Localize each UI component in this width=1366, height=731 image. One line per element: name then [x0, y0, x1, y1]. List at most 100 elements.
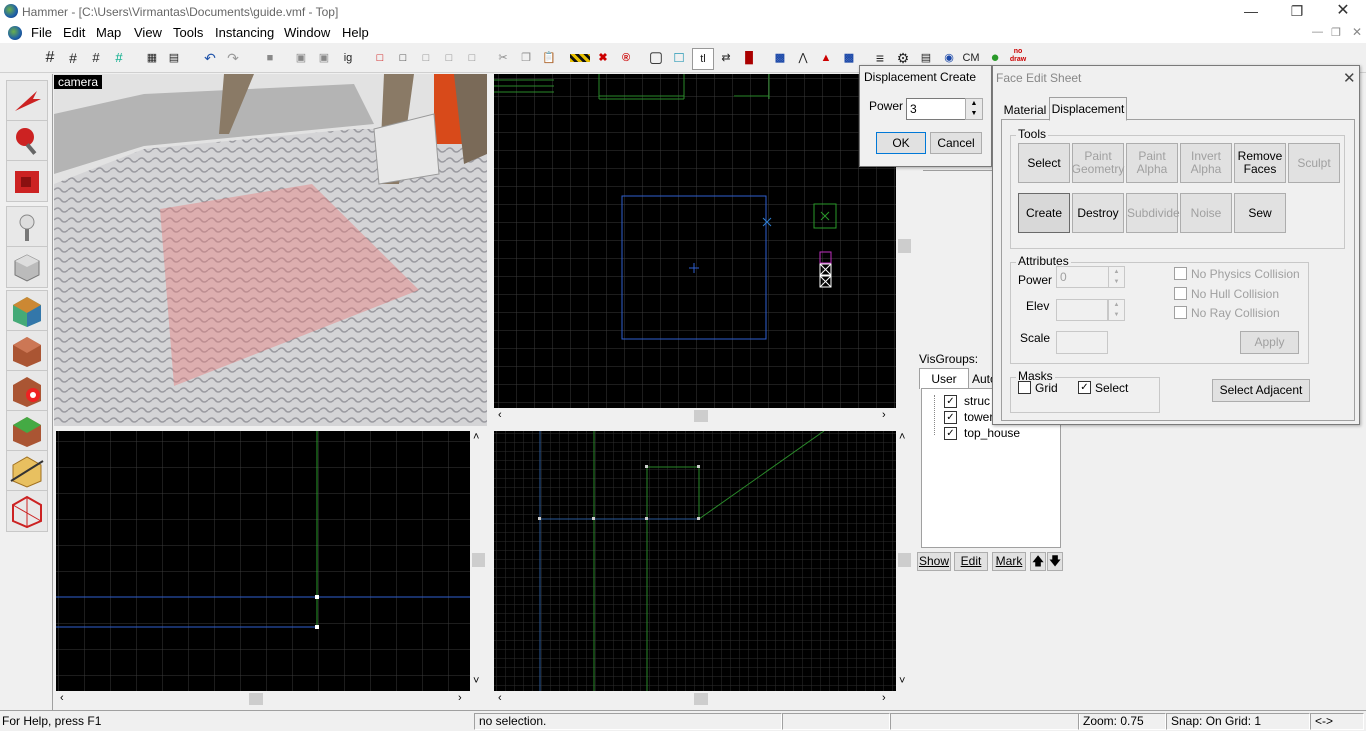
restore-icon[interactable]: ❐ — [1274, 0, 1320, 23]
side-view-vscroll[interactable]: ˄ ˅ — [896, 431, 913, 691]
attr-apply-button[interactable]: Apply — [1240, 331, 1299, 354]
visgroups-show-button[interactable]: Show — [917, 552, 951, 571]
mask-grid-checkbox[interactable] — [1018, 381, 1031, 394]
attr-power-input[interactable]: 0 — [1056, 266, 1109, 288]
ungroup-icon[interactable]: ▤ — [164, 48, 184, 68]
tool-noise-button[interactable]: Noise — [1180, 193, 1232, 233]
face-edit-tab-displacement[interactable]: Displacement — [1049, 97, 1127, 121]
mask-select-checkbox[interactable]: ✓ — [1078, 381, 1091, 394]
apply-current-texture-icon[interactable] — [6, 330, 48, 372]
menu-view[interactable]: View — [134, 25, 162, 40]
visgroups-move-down-icon[interactable]: 🡇 — [1047, 552, 1063, 571]
front-view-hscroll[interactable]: ‹ › — [56, 691, 470, 708]
camera-tool-icon[interactable] — [6, 160, 48, 202]
cut-icon[interactable]: ✂ — [493, 48, 513, 68]
tool-subdivide-button[interactable]: Subdivide — [1126, 193, 1180, 233]
front-view-vscroll[interactable]: ˄ ˅ — [470, 431, 487, 691]
tool-paint-alpha-button[interactable]: Paint Alpha — [1126, 143, 1178, 183]
toggle-models-icon[interactable]: ✖ — [593, 48, 613, 68]
no-physics-collision-checkbox[interactable] — [1174, 267, 1187, 280]
grid-3d-icon[interactable]: # — [63, 48, 83, 68]
texture-lock-icon[interactable]: ▣ — [314, 48, 334, 68]
vertex-tool-icon[interactable] — [6, 490, 48, 532]
tool-select-button[interactable]: Select — [1018, 143, 1070, 183]
mdi-close-icon[interactable]: ✕ — [1352, 25, 1362, 39]
redo-icon[interactable]: ↷ — [223, 48, 243, 68]
menu-window[interactable]: Window — [284, 25, 330, 40]
front-viewport[interactable] — [56, 431, 470, 691]
magnify-tool-icon[interactable] — [6, 120, 48, 162]
carve-icon[interactable]: ■ — [260, 48, 280, 68]
selection-clone-icon[interactable]: □ — [439, 48, 459, 68]
face-edit-tab-material[interactable]: Material — [1003, 101, 1047, 119]
clipping-tool-icon[interactable] — [6, 450, 48, 492]
center-view-icon[interactable]: ▢ — [646, 48, 666, 68]
face-edit-close-icon[interactable]: ✕ — [1343, 69, 1356, 87]
block-tool-icon[interactable] — [6, 246, 48, 288]
top-viewport[interactable] — [494, 74, 896, 408]
grid-larger-icon[interactable]: # — [109, 48, 129, 68]
grid-toggle-icon[interactable]: # — [40, 48, 60, 68]
visgroups-tab-user[interactable]: User — [919, 368, 969, 389]
copy-icon[interactable]: ❐ — [516, 48, 536, 68]
menu-help[interactable]: Help — [342, 25, 369, 40]
menu-map[interactable]: Map — [96, 25, 121, 40]
toggle-cordon-icon[interactable]: ▩ — [839, 48, 859, 68]
top-view-hscroll[interactable]: ‹ › — [494, 408, 896, 425]
document-globe-icon[interactable] — [8, 26, 22, 40]
displacement-create-power-input[interactable]: 3 — [906, 98, 967, 120]
attr-elev-input[interactable] — [1056, 299, 1108, 321]
close-icon[interactable]: ✕ — [1320, 0, 1366, 23]
visgroups-move-up-icon[interactable]: 🡅 — [1030, 552, 1046, 571]
undo-icon[interactable]: ↶ — [200, 48, 220, 68]
select-adjacent-button[interactable]: Select Adjacent — [1212, 379, 1310, 402]
mdi-minimize-icon[interactable]: — — [1312, 26, 1323, 38]
displacement-create-cancel-button[interactable]: Cancel — [930, 132, 982, 154]
check-map-icon[interactable]: ⋀ — [793, 48, 813, 68]
grid-smaller-icon[interactable]: # — [86, 48, 106, 68]
tool-sculpt-button[interactable]: Sculpt — [1288, 143, 1340, 183]
selection-rotate-icon[interactable]: □ — [462, 48, 482, 68]
no-hull-collision-checkbox[interactable] — [1174, 287, 1187, 300]
no-ray-collision-checkbox[interactable] — [1174, 306, 1187, 319]
tool-paint-geometry-button[interactable]: Paint Geometry — [1072, 143, 1124, 183]
visgroup-structure-checkbox[interactable]: ✓ — [944, 395, 957, 408]
menu-tools[interactable]: Tools — [173, 25, 203, 40]
minimize-icon[interactable]: — — [1228, 0, 1274, 23]
tool-remove-faces-button[interactable]: Remove Faces — [1234, 143, 1286, 183]
mdi-restore-icon[interactable]: ❐ — [1331, 26, 1341, 39]
hollow-icon[interactable]: ▣ — [291, 48, 311, 68]
tool-invert-alpha-button[interactable]: Invert Alpha — [1180, 143, 1232, 183]
tool-label-button[interactable]: tl — [692, 48, 714, 70]
group-icon[interactable]: ▦ — [142, 48, 162, 68]
camera-viewport[interactable]: camera — [54, 74, 487, 426]
attr-scale-input[interactable] — [1056, 331, 1108, 354]
menu-instancing[interactable]: Instancing — [215, 25, 274, 40]
toggle-helpers-icon[interactable] — [570, 54, 590, 62]
cordon-icon[interactable]: ▲ — [816, 48, 836, 68]
flip-icon[interactable]: ⇄ — [716, 48, 736, 68]
selection-outline-icon[interactable]: □ — [393, 48, 413, 68]
visgroup-tower-checkbox[interactable]: ✓ — [944, 411, 957, 424]
selection-box-icon[interactable]: □ — [370, 48, 390, 68]
entity-tool-icon[interactable] — [6, 206, 48, 248]
attr-elev-spinner[interactable]: ▲ ▼ — [1108, 299, 1125, 321]
visgroups-edit-button[interactable]: Edit — [954, 552, 988, 571]
overlay-tool-icon[interactable] — [6, 410, 48, 452]
zoom-selection-icon[interactable]: □ — [669, 48, 689, 68]
visgroup-top-house-checkbox[interactable]: ✓ — [944, 427, 957, 440]
decal-tool-icon[interactable] — [6, 370, 48, 412]
entity-report-icon[interactable]: █ — [739, 48, 759, 68]
texture-application-tool-icon[interactable] — [6, 290, 48, 332]
selection-tool-icon[interactable] — [6, 80, 48, 122]
side-viewport[interactable] — [494, 431, 896, 691]
displacement-create-power-spinner[interactable]: ▲ ▼ — [965, 98, 983, 120]
selection-handles-icon[interactable]: □ — [416, 48, 436, 68]
tool-sew-button[interactable]: Sew — [1234, 193, 1286, 233]
tool-create-button[interactable]: Create — [1018, 193, 1070, 233]
side-view-hscroll[interactable]: ‹ › — [494, 691, 896, 708]
paste-icon[interactable]: 📋 — [539, 48, 559, 68]
tool-destroy-button[interactable]: Destroy — [1072, 193, 1124, 233]
visgroup-display-icon[interactable]: ▩ — [770, 48, 790, 68]
menu-file[interactable]: File — [31, 25, 52, 40]
